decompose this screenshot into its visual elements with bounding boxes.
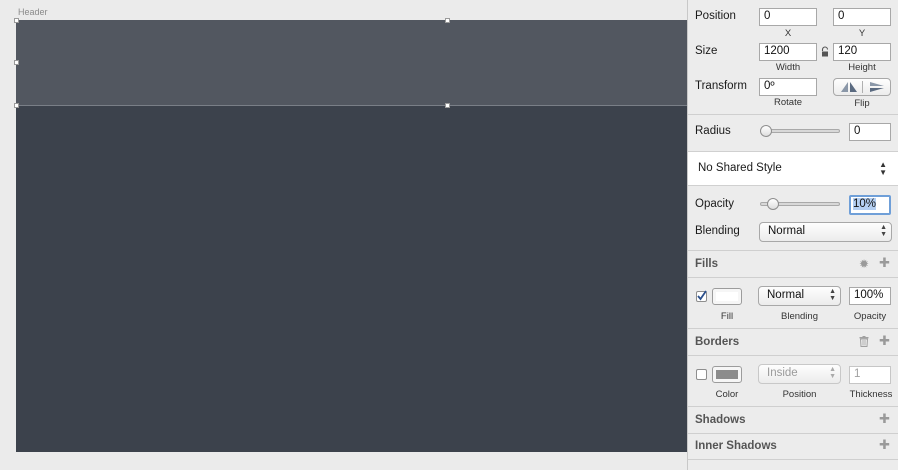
radius-slider-knob[interactable]: [760, 125, 772, 137]
artboard-label[interactable]: Header: [18, 7, 48, 17]
position-x-field[interactable]: 0: [759, 8, 817, 26]
opacity-field[interactable]: 10%: [849, 195, 891, 215]
radius-slider[interactable]: [760, 129, 840, 133]
borders-section-title: Borders: [695, 336, 740, 348]
resize-handle-bottom-left[interactable]: [14, 103, 19, 108]
border-thickness-caption: Thickness: [849, 389, 893, 400]
fill-opacity-field[interactable]: 100%: [849, 287, 891, 305]
position-x-caption: X: [784, 28, 792, 39]
fill-blending-caption: Blending: [781, 311, 818, 322]
separator: [688, 328, 898, 329]
select-arrows-icon: ▲ ▼: [829, 366, 836, 380]
add-inner-shadow-icon[interactable]: ✚: [879, 438, 890, 451]
fill-blending-value: Normal: [767, 289, 805, 301]
blending-select[interactable]: Normal ▲ ▼: [759, 222, 892, 242]
separator: [688, 114, 898, 115]
fill-opacity-caption: Opacity: [853, 311, 887, 322]
radius-field[interactable]: 0: [849, 123, 891, 141]
border-color-swatch[interactable]: [712, 366, 742, 383]
radius-label: Radius: [695, 125, 731, 137]
resize-handle-top-left[interactable]: [14, 18, 19, 23]
fill-color-swatch[interactable]: [712, 288, 742, 305]
border-position-value: Inside: [767, 367, 798, 379]
flip-caption: Flip: [854, 98, 870, 109]
size-height-caption: Height: [848, 62, 876, 73]
checkmark-icon: [697, 290, 707, 301]
inner-shadows-section-title: Inner Shadows: [695, 440, 777, 452]
separator: [688, 459, 898, 460]
border-color-swatch-inner: [716, 370, 738, 379]
position-y-field[interactable]: 0: [833, 8, 891, 26]
position-y-caption: Y: [858, 28, 866, 39]
gear-icon[interactable]: ✹: [859, 258, 869, 270]
separator: [688, 433, 898, 434]
flip-control: [833, 78, 891, 96]
separator: [688, 250, 898, 251]
separator: [688, 277, 898, 278]
opacity-slider-knob[interactable]: [767, 198, 779, 210]
fill-checkbox[interactable]: [696, 290, 707, 302]
blending-select-value: Normal: [768, 225, 806, 237]
separator: [688, 406, 898, 407]
border-thickness-field[interactable]: 1: [849, 366, 891, 384]
resize-handle-middle-left[interactable]: [14, 60, 19, 65]
select-arrows-icon: ▲ ▼: [880, 224, 887, 238]
separator: [688, 355, 898, 356]
size-width-caption: Width: [775, 62, 801, 73]
size-label: Size: [695, 45, 718, 57]
fill-color-swatch-inner: [716, 292, 738, 301]
border-checkbox[interactable]: [696, 369, 707, 380]
border-position-caption: Position: [782, 389, 817, 400]
add-border-icon[interactable]: ✚: [879, 334, 890, 347]
shared-style-select[interactable]: No Shared Style ▲ ▼: [688, 151, 898, 186]
canvas[interactable]: Header: [0, 0, 687, 470]
flip-divider: [862, 81, 863, 93]
lock-icon[interactable]: [820, 46, 830, 58]
resize-handle-bottom-center[interactable]: [445, 103, 450, 108]
opacity-field-value: 10%: [853, 198, 877, 210]
add-shadow-icon[interactable]: ✚: [879, 412, 890, 425]
fill-caption: Fill: [720, 311, 734, 322]
shadows-section-title: Shadows: [695, 414, 746, 426]
border-color-caption: Color: [715, 389, 739, 400]
size-width-field[interactable]: 1200: [759, 43, 817, 61]
select-arrows-icon: ▲ ▼: [829, 288, 836, 302]
position-label: Position: [695, 10, 736, 22]
rotate-field[interactable]: 0º: [759, 78, 817, 96]
add-fill-icon[interactable]: ✚: [879, 256, 890, 269]
flip-vertical-icon[interactable]: [868, 81, 886, 96]
select-arrows-icon: ▲ ▼: [879, 160, 887, 177]
transform-label: Transform: [695, 80, 747, 92]
fill-blending-select[interactable]: Normal ▲ ▼: [758, 286, 841, 306]
fills-section-title: Fills: [695, 258, 719, 270]
header-layer[interactable]: [16, 20, 687, 106]
trash-icon[interactable]: [859, 336, 869, 349]
opacity-label: Opacity: [695, 198, 734, 210]
inspector-panel: Position 0 0 X Y Size 1200 120 Width Hei…: [687, 0, 898, 470]
size-height-field[interactable]: 120: [833, 43, 891, 61]
flip-horizontal-icon[interactable]: [840, 81, 858, 96]
blending-label: Blending: [695, 225, 740, 237]
resize-handle-top-center[interactable]: [445, 18, 450, 23]
rotate-caption: Rotate: [774, 97, 802, 108]
shared-style-value: No Shared Style: [698, 162, 782, 174]
border-position-select[interactable]: Inside ▲ ▼: [758, 364, 841, 384]
